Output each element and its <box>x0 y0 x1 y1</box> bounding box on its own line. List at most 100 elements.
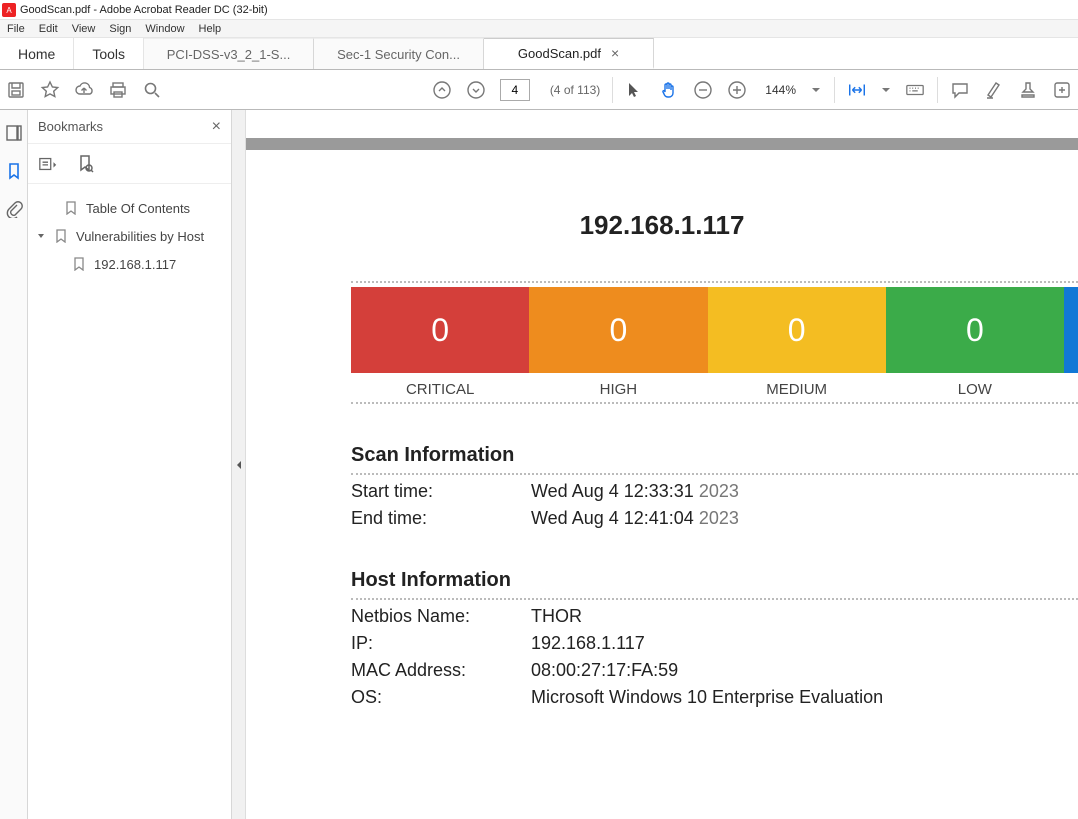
severity-label: MEDIUM <box>708 381 886 398</box>
main-toolbar: (4 of 113) 144% <box>0 70 1078 110</box>
thumbnails-icon[interactable] <box>5 124 23 142</box>
svg-text:A: A <box>6 6 12 15</box>
options-menu-icon[interactable] <box>38 154 58 174</box>
tab-tools[interactable]: Tools <box>74 38 144 69</box>
menu-view[interactable]: View <box>65 23 103 35</box>
bookmarks-sidebar: Bookmarks × Table Of Contents Vulnerabil… <box>28 110 232 819</box>
search-icon[interactable] <box>142 80 162 100</box>
info-key: IP: <box>351 633 531 654</box>
star-icon[interactable] <box>40 80 60 100</box>
print-icon[interactable] <box>108 80 128 100</box>
info-value: Wed Aug 4 12:33:31 2023 <box>531 481 739 502</box>
bookmark-item[interactable]: 192.168.1.117 <box>32 250 227 278</box>
cloud-upload-icon[interactable] <box>74 80 94 100</box>
info-row: MAC Address:08:00:27:17:FA:59 <box>351 660 1078 681</box>
severity-labels: CRITICALHIGHMEDIUMLOW <box>351 381 1078 398</box>
info-key: Netbios Name: <box>351 606 531 627</box>
close-sidebar-icon[interactable]: × <box>212 118 221 136</box>
info-row: Start time:Wed Aug 4 12:33:31 2023 <box>351 481 1078 502</box>
doc-tab-2[interactable]: Sec-1 Security Con... <box>314 38 484 69</box>
zoom-in-icon[interactable] <box>727 80 747 100</box>
divider <box>351 473 1078 475</box>
document-view[interactable]: 192.168.1.117 0000 CRITICALHIGHMEDIUMLOW… <box>246 110 1078 819</box>
severity-label: CRITICAL <box>351 381 529 398</box>
doc-tab-3[interactable]: GoodScan.pdf × <box>484 38 654 69</box>
menu-sign[interactable]: Sign <box>102 23 138 35</box>
zoom-out-icon[interactable] <box>693 80 713 100</box>
body-area: Bookmarks × Table Of Contents Vulnerabil… <box>0 110 1078 819</box>
keyboard-icon[interactable] <box>905 80 925 100</box>
left-rail <box>0 110 28 819</box>
tab-home[interactable]: Home <box>0 38 74 69</box>
pointer-icon[interactable] <box>625 80 645 100</box>
severity-row: 0000 <box>351 287 1078 373</box>
severity-cell: 0 <box>708 287 886 373</box>
page-divider <box>246 138 1078 150</box>
severity-cell: 0 <box>351 287 529 373</box>
sidebar-title: Bookmarks <box>38 119 103 134</box>
chevron-down-icon[interactable] <box>36 229 46 244</box>
toolbar-separator <box>937 77 938 103</box>
bookmark-icon <box>64 201 78 215</box>
info-row: End time:Wed Aug 4 12:41:04 2023 <box>351 508 1078 529</box>
page-down-icon[interactable] <box>466 80 486 100</box>
save-icon[interactable] <box>6 80 26 100</box>
section-heading-host: Host Information <box>351 569 1078 592</box>
find-bookmark-icon[interactable] <box>76 154 96 174</box>
info-row: Netbios Name:THOR <box>351 606 1078 627</box>
menu-edit[interactable]: Edit <box>32 23 65 35</box>
severity-cell: 0 <box>529 287 707 373</box>
chevron-down-icon[interactable] <box>810 80 822 100</box>
window-titlebar: A GoodScan.pdf - Adobe Acrobat Reader DC… <box>0 0 1078 20</box>
page-up-icon[interactable] <box>432 80 452 100</box>
severity-cell: 0 <box>886 287 1064 373</box>
stamp-icon[interactable] <box>1018 80 1038 100</box>
collapse-sidebar-button[interactable] <box>232 110 246 819</box>
page-number-input[interactable] <box>500 79 530 101</box>
info-row: OS:Microsoft Windows 10 Enterprise Evalu… <box>351 687 1078 708</box>
bookmarks-icon[interactable] <box>5 162 23 180</box>
bookmark-icon <box>72 257 86 271</box>
info-key: MAC Address: <box>351 660 531 681</box>
highlight-icon[interactable] <box>984 80 1004 100</box>
menu-bar: File Edit View Sign Window Help <box>0 20 1078 38</box>
info-value: Microsoft Windows 10 Enterprise Evaluati… <box>531 687 883 708</box>
tab-strip: Home Tools PCI-DSS-v3_2_1-S... Sec-1 Sec… <box>0 38 1078 70</box>
zoom-value: 144% <box>765 83 796 97</box>
divider <box>351 281 1078 283</box>
info-value: THOR <box>531 606 582 627</box>
severity-label: HIGH <box>529 381 707 398</box>
info-value: 192.168.1.117 <box>531 633 645 654</box>
menu-file[interactable]: File <box>0 23 32 35</box>
page-count-label: (4 of 113) <box>550 83 600 97</box>
close-icon[interactable]: × <box>611 45 619 61</box>
info-key: End time: <box>351 508 531 529</box>
doc-tab-1[interactable]: PCI-DSS-v3_2_1-S... <box>144 38 314 69</box>
section-heading-scan: Scan Information <box>351 444 1078 467</box>
info-value: Wed Aug 4 12:41:04 2023 <box>531 508 739 529</box>
bookmark-icon <box>54 229 68 243</box>
info-key: OS: <box>351 687 531 708</box>
toolbar-separator <box>834 77 835 103</box>
app-icon: A <box>2 3 16 17</box>
divider <box>351 402 1078 404</box>
hand-icon[interactable] <box>659 80 679 100</box>
menu-help[interactable]: Help <box>192 23 229 35</box>
severity-label: LOW <box>886 381 1064 398</box>
info-value: 08:00:27:17:FA:59 <box>531 660 678 681</box>
info-key: Start time: <box>351 481 531 502</box>
info-row: IP:192.168.1.117 <box>351 633 1078 654</box>
report-host-title: 192.168.1.117 <box>246 210 1078 241</box>
bookmark-item[interactable]: Table Of Contents <box>32 194 227 222</box>
menu-window[interactable]: Window <box>138 23 191 35</box>
toolbar-separator <box>612 77 613 103</box>
divider <box>351 598 1078 600</box>
comment-icon[interactable] <box>950 80 970 100</box>
chevron-down-icon[interactable] <box>881 80 891 100</box>
severity-cell-info <box>1064 287 1078 373</box>
attachments-icon[interactable] <box>5 200 23 218</box>
fit-width-icon[interactable] <box>847 80 867 100</box>
bookmark-item[interactable]: Vulnerabilities by Host <box>32 222 227 250</box>
more-tools-icon[interactable] <box>1052 80 1072 100</box>
window-title: GoodScan.pdf - Adobe Acrobat Reader DC (… <box>20 0 268 20</box>
